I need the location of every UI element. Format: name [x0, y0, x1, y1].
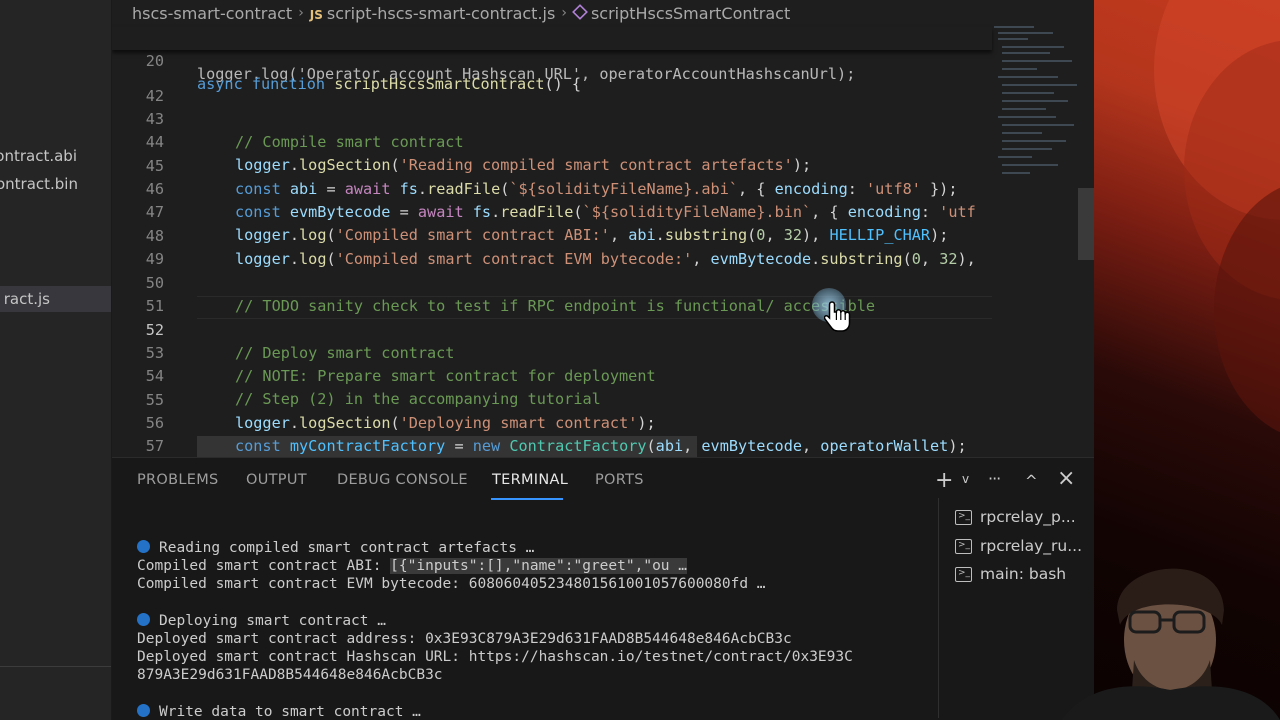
breadcrumb-folder[interactable]: hscs-smart-contract — [132, 4, 292, 23]
code-line-47: 47 logger.log('Compiled smart contract A… — [112, 178, 992, 244]
chevron-right-icon: › — [561, 5, 567, 21]
terminal-icon: >_ — [955, 538, 972, 554]
info-dot-icon — [137, 540, 150, 553]
explorer-sidebar: ontract.abi ontract.bin ract.js — [0, 0, 112, 720]
code-line-50: 50 // TODO sanity check to test if RPC e… — [112, 249, 992, 315]
terminal-line: Write data to smart contract … — [137, 703, 421, 720]
tab-output[interactable]: OUTPUT — [246, 472, 307, 488]
terminal-item-rpcrelay-p[interactable]: >_ rpcrelay_p... — [955, 505, 1076, 529]
terminal-line: Compiled smart contract EVM bytecode: 60… — [137, 576, 766, 592]
file-item-contract-abi[interactable]: ontract.abi — [0, 143, 111, 169]
code-line-55: 55 logger.logSection('Deploying smart co… — [112, 366, 992, 432]
terminal-line: Reading compiled smart contract artefact… — [137, 539, 534, 557]
chevron-down-icon[interactable]: v — [962, 472, 969, 486]
terminal-line: Deployed smart contract address: 0x3E93C… — [137, 631, 792, 647]
code-line-45: 45 const abi = await fs.readFile(`${soli… — [112, 132, 992, 198]
code-line-46: 46 const evmBytecode = await fs.readFile… — [112, 155, 992, 221]
minimap[interactable] — [992, 22, 1082, 182]
breadcrumb-file[interactable]: JS script-hscs-smart-contract.js — [310, 4, 556, 23]
code-line-52: 52 // Deploy smart contract — [112, 296, 992, 362]
info-dot-icon — [137, 704, 150, 717]
sticky-scroll-header[interactable]: 20 async function scriptHscsSmartContrac… — [112, 27, 992, 93]
more-actions-icon[interactable]: ··· — [988, 469, 1001, 488]
editor-scrollbar-thumb[interactable] — [1078, 188, 1094, 260]
terminal-icon: >_ — [955, 509, 972, 525]
code-line-56: 56 const myContractFactory = new Contrac… — [112, 389, 992, 455]
code-line-57: 57 const myContract = await myContractFa… — [112, 412, 992, 455]
maximize-panel-icon[interactable]: ^ — [1025, 472, 1038, 490]
sticky-code: async function scriptHscsSmartContract()… — [197, 75, 582, 93]
breadcrumb: hscs-smart-contract › JS script-hscs-smar… — [132, 3, 790, 23]
file-item-contract-bin[interactable]: ontract.bin — [0, 171, 111, 197]
breadcrumb-symbol[interactable]: scriptHscsSmartContract — [572, 3, 791, 23]
webcam-overlay — [1062, 540, 1280, 720]
file-label: ontract.abi — [0, 147, 77, 165]
code-line-53: 53 // NOTE: Prepare smart contract for d… — [112, 319, 992, 385]
line-number: 20 — [145, 52, 164, 70]
code-line-54: 54 // Step (2) in the accompanying tutor… — [112, 342, 992, 408]
bottom-panel: PROBLEMS OUTPUT DEBUG CONSOLE TERMINAL P… — [112, 457, 1094, 720]
chevron-right-icon: › — [298, 5, 304, 21]
tab-ports[interactable]: PORTS — [595, 472, 644, 488]
code-line-44: 44 logger.logSection('Reading compiled s… — [112, 108, 992, 174]
tab-debug-console[interactable]: DEBUG CONSOLE — [337, 472, 468, 488]
hand-pointer-icon — [823, 300, 854, 340]
file-label: ract.js — [3, 290, 50, 308]
terminal-line: Compiled smart contract ABI: [{"inputs":… — [137, 558, 687, 574]
breadcrumb-file-label: script-hscs-smart-contract.js — [326, 3, 556, 23]
info-dot-icon — [137, 613, 150, 626]
file-label: ontract.bin — [0, 175, 78, 193]
breadcrumb-symbol-label: scriptHscsSmartContract — [590, 3, 791, 23]
code-line-49: 49 — [112, 225, 992, 268]
js-file-icon: JS — [309, 7, 323, 22]
terminal-line: Deploying smart contract … — [137, 612, 386, 630]
terminal-icon: >_ — [955, 566, 972, 582]
add-terminal-icon[interactable]: + — [935, 468, 953, 493]
close-panel-icon[interactable]: × — [1057, 466, 1075, 491]
code-editor[interactable]: hscs-smart-contract › JS script-hscs-smar… — [112, 0, 1094, 457]
terminal-line: Deployed smart contract Hashscan URL: ht… — [137, 649, 853, 665]
tab-problems[interactable]: PROBLEMS — [137, 472, 219, 488]
code-line-58: 58 await myContract.deployTransaction.wa… — [112, 436, 992, 457]
terminal-item-main-bash[interactable]: >_ main: bash — [955, 562, 1066, 586]
sidebar-divider — [0, 666, 111, 667]
method-icon — [572, 3, 588, 20]
code-line-48: 48 logger.log('Compiled smart contract E… — [112, 202, 992, 268]
file-item-contract-js[interactable]: ract.js — [0, 286, 111, 312]
tab-terminal[interactable]: TERMINAL — [492, 472, 568, 488]
terminal-line: 879A3E29d631FAAD8B544648e846AcbCB3c — [137, 667, 443, 683]
active-tab-indicator — [491, 498, 563, 500]
code-line-51: 51 — [112, 272, 992, 315]
